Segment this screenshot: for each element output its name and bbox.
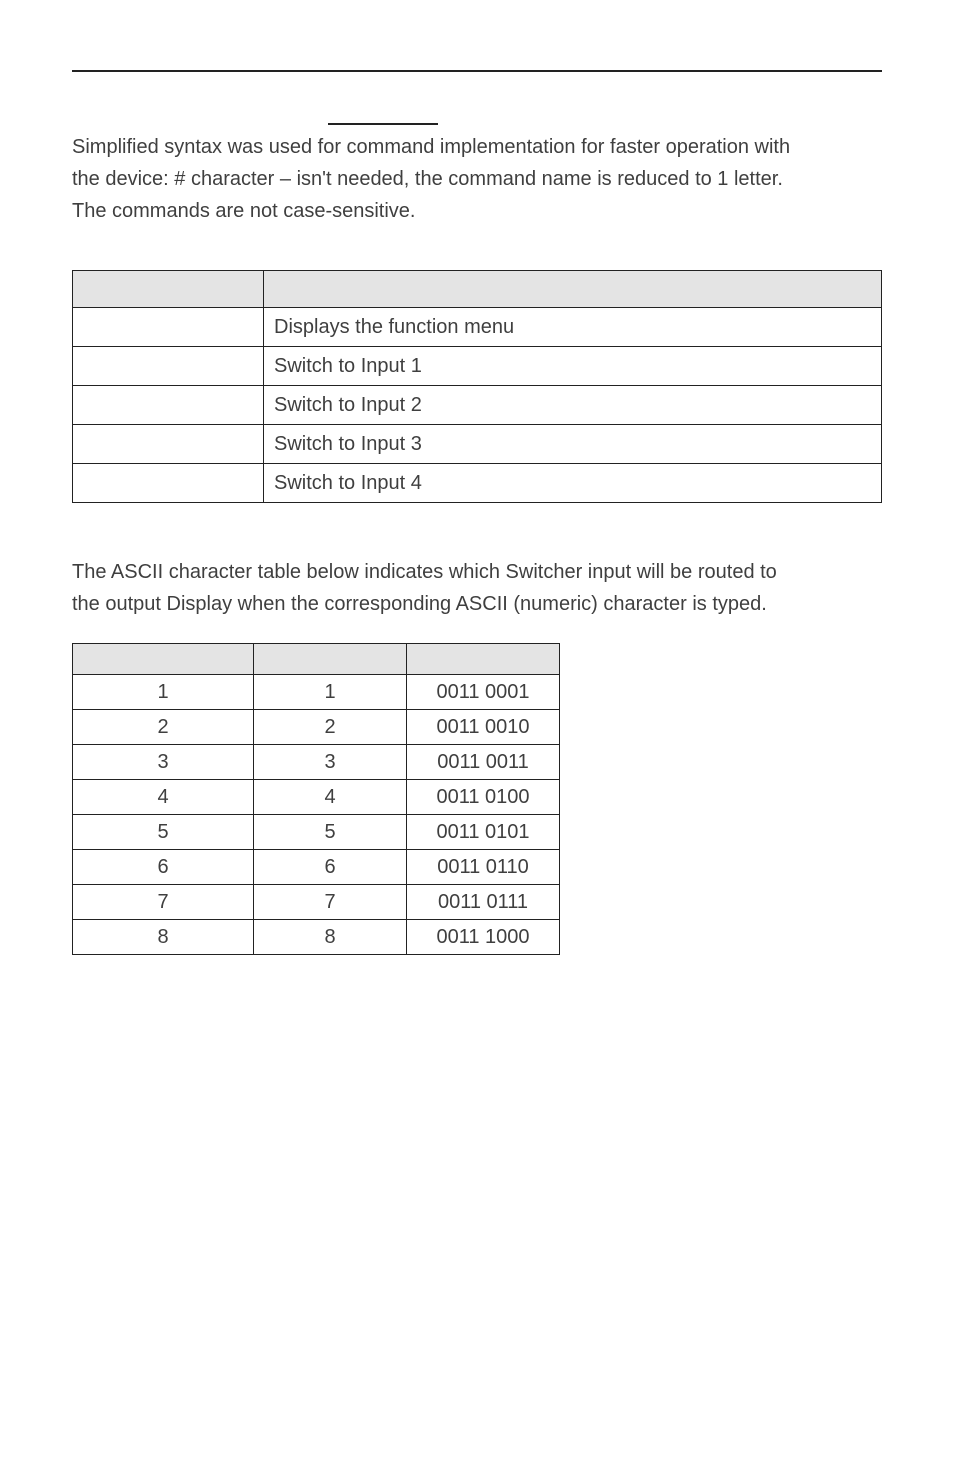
table-cell: 8 xyxy=(254,920,407,955)
top-rule xyxy=(72,70,882,72)
table-cell xyxy=(73,386,264,425)
table-cell: 3 xyxy=(73,745,254,780)
section-underline xyxy=(72,108,882,134)
table-header-cell xyxy=(407,644,560,675)
table-cell: 5 xyxy=(73,815,254,850)
table-cell: 7 xyxy=(73,885,254,920)
table-cell: 8 xyxy=(73,920,254,955)
table-row: 880011 1000 xyxy=(73,920,560,955)
table-cell: 0011 0110 xyxy=(407,850,560,885)
table-cell: 7 xyxy=(254,885,407,920)
table-cell: 2 xyxy=(73,710,254,745)
table-row: 330011 0011 xyxy=(73,745,560,780)
table-cell: 1 xyxy=(73,675,254,710)
table-cell: 2 xyxy=(254,710,407,745)
table-header-cell xyxy=(254,644,407,675)
table-cell: 1 xyxy=(254,675,407,710)
table-cell: 0011 0011 xyxy=(407,745,560,780)
table-row: 110011 0001 xyxy=(73,675,560,710)
table-cell: Displays the function menu xyxy=(264,308,882,347)
table-cell: 0011 0010 xyxy=(407,710,560,745)
table-row: 220011 0010 xyxy=(73,710,560,745)
ascii-table: 110011 0001 220011 0010 330011 0011 4400… xyxy=(72,643,560,955)
table-cell: 4 xyxy=(254,780,407,815)
table-cell: 6 xyxy=(254,850,407,885)
table-cell: 0011 0101 xyxy=(407,815,560,850)
table-header-cell xyxy=(264,271,882,308)
table-header-cell xyxy=(73,271,264,308)
table-header-row xyxy=(73,644,560,675)
table-cell: 0011 1000 xyxy=(407,920,560,955)
table-row: 550011 0101 xyxy=(73,815,560,850)
table-cell xyxy=(73,464,264,503)
table-row: Switch to Input 1 xyxy=(73,347,882,386)
intro-paragraph: Simplified syntax was used for command i… xyxy=(72,134,882,224)
table-row: Switch to Input 2 xyxy=(73,386,882,425)
table-cell xyxy=(73,308,264,347)
intro-line: the device: # character – isn't needed, … xyxy=(72,166,882,192)
table-header-row xyxy=(73,271,882,308)
table-cell: 0011 0001 xyxy=(407,675,560,710)
mid-paragraph: The ASCII character table below indicate… xyxy=(72,559,882,617)
table-row: Switch to Input 3 xyxy=(73,425,882,464)
table-cell: 6 xyxy=(73,850,254,885)
table-cell: 3 xyxy=(254,745,407,780)
command-table: Displays the function menu Switch to Inp… xyxy=(72,270,882,503)
table-row: 770011 0111 xyxy=(73,885,560,920)
table-row: 660011 0110 xyxy=(73,850,560,885)
table-row: Displays the function menu xyxy=(73,308,882,347)
table-cell: Switch to Input 1 xyxy=(264,347,882,386)
table-cell: 5 xyxy=(254,815,407,850)
table-row: Switch to Input 4 xyxy=(73,464,882,503)
intro-line: Simplified syntax was used for command i… xyxy=(72,134,882,160)
table-cell: Switch to Input 4 xyxy=(264,464,882,503)
table-cell xyxy=(73,347,264,386)
intro-line: The commands are not case-sensitive. xyxy=(72,198,882,224)
table-cell: 0011 0111 xyxy=(407,885,560,920)
table-cell: 4 xyxy=(73,780,254,815)
table-cell: Switch to Input 2 xyxy=(264,386,882,425)
table-row: 440011 0100 xyxy=(73,780,560,815)
table-header-cell xyxy=(73,644,254,675)
mid-line: the output Display when the correspondin… xyxy=(72,591,882,617)
table-cell: Switch to Input 3 xyxy=(264,425,882,464)
table-cell xyxy=(73,425,264,464)
mid-line: The ASCII character table below indicate… xyxy=(72,559,882,585)
table-cell: 0011 0100 xyxy=(407,780,560,815)
